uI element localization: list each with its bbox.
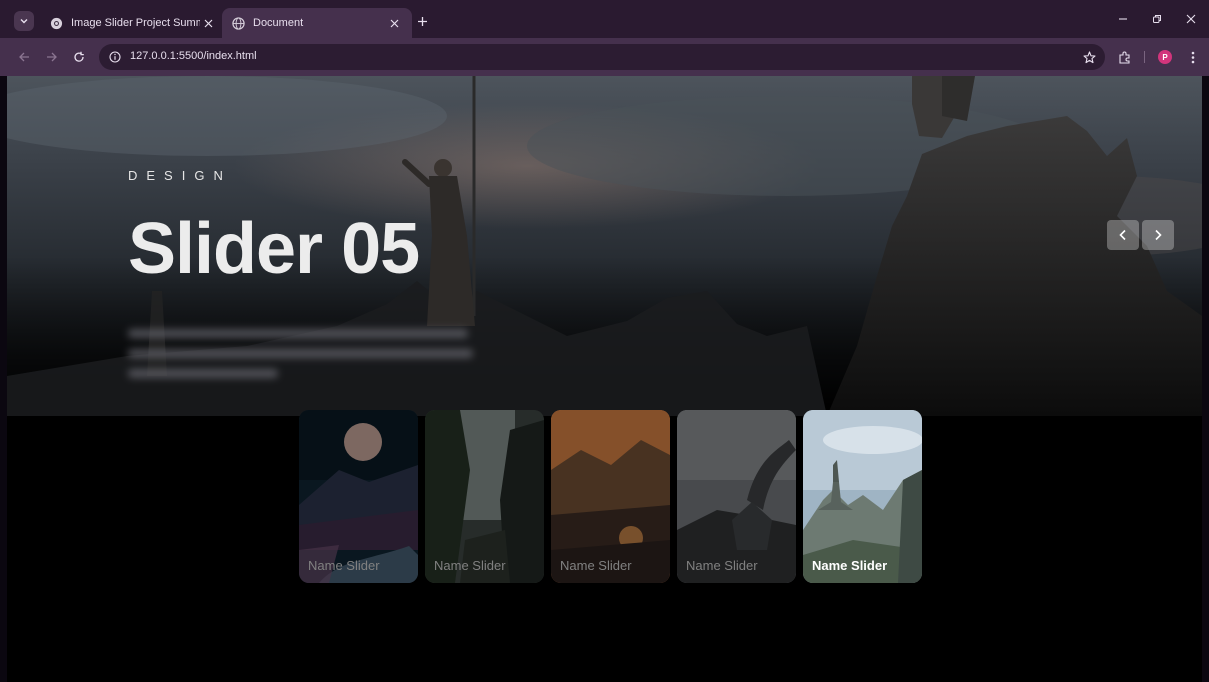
browser-tab-strip: Image Slider Project Summary Document xyxy=(0,0,1209,38)
extensions-button[interactable] xyxy=(1116,49,1132,65)
restore-button[interactable] xyxy=(1149,11,1165,27)
close-tab-button[interactable] xyxy=(386,15,402,31)
thumbnail-name: Name Slider xyxy=(812,558,888,573)
info-icon xyxy=(109,51,121,63)
chevron-left-icon xyxy=(1119,229,1126,241)
slider-arrows xyxy=(1107,220,1174,250)
address-bar[interactable]: 127.0.0.1:5500/index.html xyxy=(99,44,1105,70)
thumbnail-name: Name Slider xyxy=(434,558,506,573)
minimize-icon xyxy=(1119,18,1127,20)
site-info-button[interactable] xyxy=(107,49,123,65)
thumbnail-item[interactable]: Name Slider xyxy=(299,410,418,583)
web-page: DESIGN Slider 05 Name Slider Name Slider… xyxy=(7,76,1202,682)
bookmark-button[interactable] xyxy=(1081,49,1097,65)
tab-search-icon xyxy=(20,19,28,24)
thumbnail-name: Name Slider xyxy=(560,558,632,573)
chevron-right-icon xyxy=(1155,229,1162,241)
tab-document[interactable]: Document xyxy=(222,8,412,38)
forward-icon xyxy=(47,52,57,62)
reload-button[interactable] xyxy=(71,49,87,65)
close-tab-button[interactable] xyxy=(200,15,216,31)
close-icon xyxy=(1186,14,1196,24)
tab-image-slider-summary[interactable]: Image Slider Project Summary xyxy=(40,8,226,38)
thumbnail-name: Name Slider xyxy=(686,558,758,573)
restore-icon xyxy=(1153,15,1161,23)
thumbnail-strip: Name Slider Name Slider Name Slider Name… xyxy=(299,410,922,583)
tab-search-button[interactable] xyxy=(14,11,34,31)
minimize-button[interactable] xyxy=(1115,11,1131,27)
prev-slide-button[interactable] xyxy=(1107,220,1139,250)
tab-title: Image Slider Project Summary xyxy=(71,17,200,29)
close-window-button[interactable] xyxy=(1183,11,1199,27)
toolbar-separator xyxy=(1144,51,1145,63)
more-icon xyxy=(1191,51,1195,63)
thumbnail-item[interactable]: Name Slider xyxy=(677,410,796,583)
forward-button[interactable] xyxy=(44,49,60,65)
star-icon xyxy=(1082,50,1096,63)
slide-title: Slider 05 xyxy=(128,209,420,289)
tab-title: Document xyxy=(253,17,304,29)
back-button[interactable] xyxy=(16,49,32,65)
thumbnail-item[interactable]: Name Slider xyxy=(425,410,544,583)
new-tab-button[interactable] xyxy=(414,13,430,29)
thumbnail-name: Name Slider xyxy=(308,558,380,573)
slide-description-blurred xyxy=(128,329,588,378)
back-icon xyxy=(19,52,29,62)
more-menu-button[interactable] xyxy=(1185,49,1201,65)
globe-icon xyxy=(232,16,245,30)
extensions-icon xyxy=(1118,51,1130,64)
slide-content: DESIGN Slider 05 xyxy=(128,168,588,378)
reload-icon xyxy=(74,51,84,62)
browser-toolbar: 127.0.0.1:5500/index.html P xyxy=(0,38,1209,76)
plus-icon xyxy=(417,16,427,26)
thumbnail-item[interactable]: Name Slider xyxy=(551,410,670,583)
profile-avatar[interactable]: P xyxy=(1158,50,1172,64)
thumbnail-item-active[interactable]: Name Slider xyxy=(803,410,922,583)
close-icon xyxy=(390,19,398,27)
close-icon xyxy=(204,19,212,27)
url-text: 127.0.0.1:5500/index.html xyxy=(130,50,257,62)
slide-author: DESIGN xyxy=(128,168,232,183)
next-slide-button[interactable] xyxy=(1142,220,1174,250)
chrome-icon xyxy=(50,17,63,29)
